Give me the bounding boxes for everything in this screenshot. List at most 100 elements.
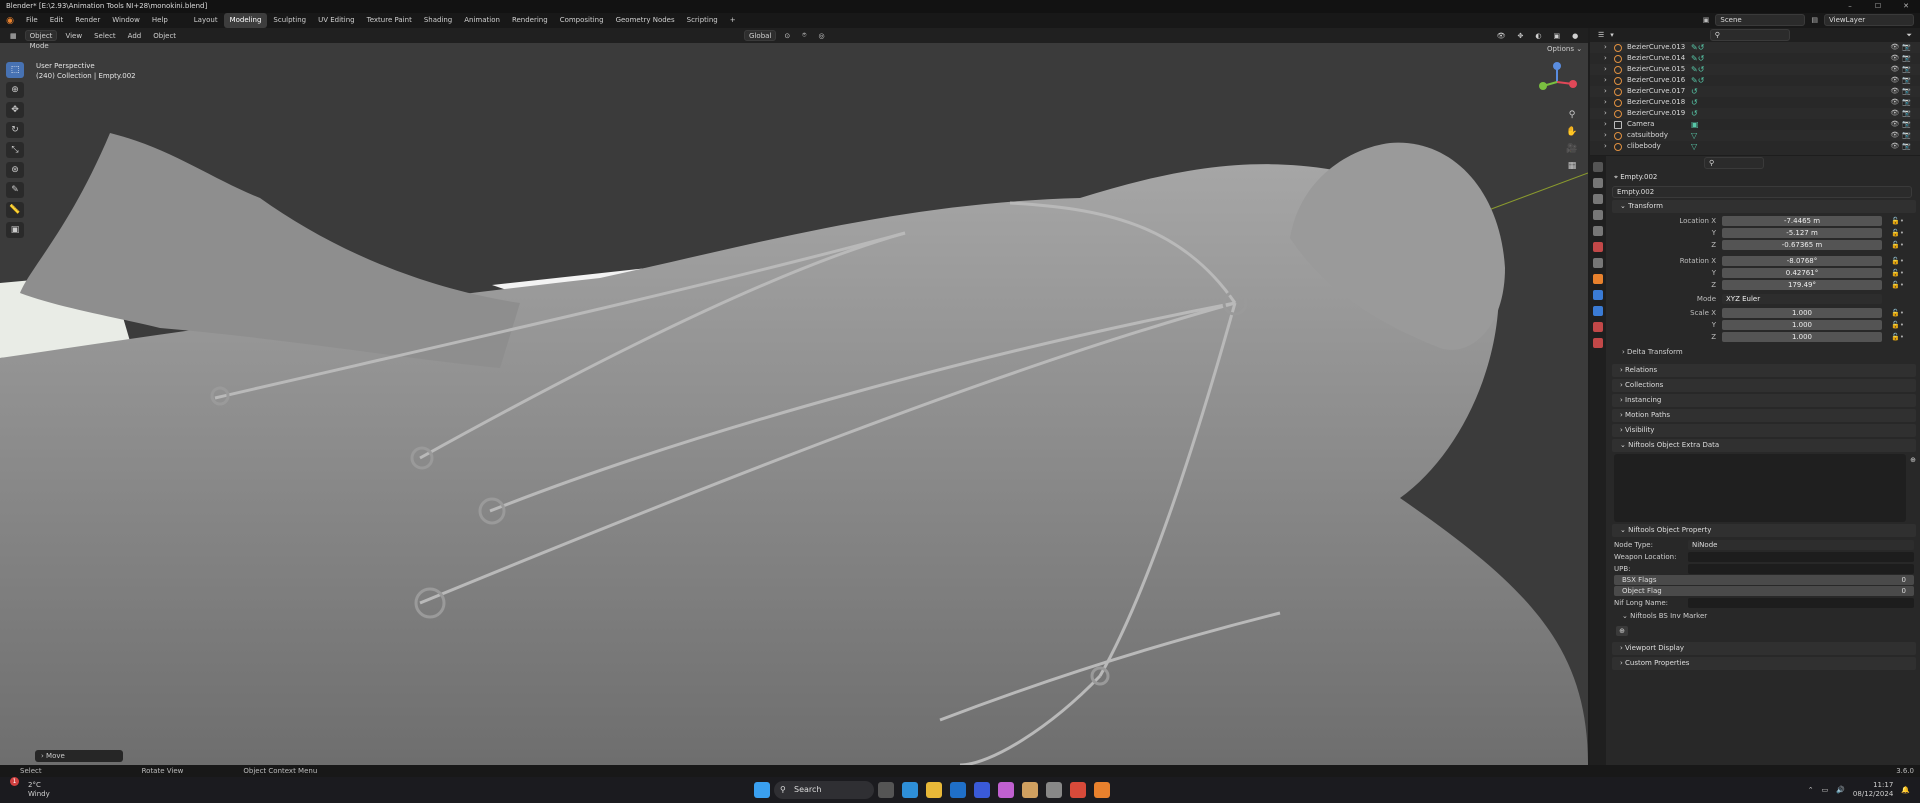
- outliner-row[interactable]: › BezierCurve.016 ✎↺ 👁📷: [1590, 75, 1920, 86]
- expand-arrow-icon[interactable]: ›: [1604, 97, 1607, 108]
- visibility-icons[interactable]: 👁📷: [1890, 141, 1914, 152]
- viewport-display-panel-header[interactable]: › Viewport Display: [1612, 642, 1916, 655]
- expand-arrow-icon[interactable]: ›: [1604, 53, 1607, 64]
- orientation-dropdown[interactable]: Global: [744, 30, 777, 41]
- extra-data-list[interactable]: [1614, 454, 1906, 522]
- scene-tab-icon[interactable]: [1593, 226, 1603, 236]
- blender-logo-icon[interactable]: ◉: [0, 16, 20, 26]
- object-flag-field[interactable]: Object Flag 0: [1614, 586, 1914, 596]
- expand-arrow-icon[interactable]: ›: [1604, 75, 1607, 86]
- expand-arrow-icon[interactable]: ›: [1604, 119, 1607, 130]
- gizmo-toggle-icon[interactable]: ✥: [1513, 32, 1527, 40]
- network-icon[interactable]: ▭: [1822, 786, 1829, 794]
- tab-geometry-nodes[interactable]: Geometry Nodes: [610, 13, 681, 28]
- taskbar-search[interactable]: ⚲ Search: [774, 781, 874, 799]
- overlay-icon[interactable]: ◐: [1531, 32, 1545, 40]
- visibility-panel-header[interactable]: › Visibility: [1612, 424, 1916, 437]
- add-extra-data-icon[interactable]: ⊕: [1910, 456, 1916, 464]
- outliner-row[interactable]: › clibebody ▽ 👁📷: [1590, 141, 1920, 152]
- lock-icon[interactable]: 🔓•: [1882, 257, 1904, 265]
- maximize-button[interactable]: ☐: [1864, 0, 1892, 13]
- navigation-gizmo[interactable]: [1537, 62, 1577, 102]
- shading-solid-icon[interactable]: ●: [1568, 32, 1582, 40]
- gizmo-z-icon[interactable]: [1553, 62, 1561, 70]
- object-tab-icon[interactable]: [1593, 274, 1603, 284]
- menu-edit[interactable]: Edit: [44, 13, 70, 28]
- menu-view[interactable]: View: [61, 32, 86, 40]
- outliner-row[interactable]: › BezierCurve.014 ✎↺ 👁📷: [1590, 53, 1920, 64]
- viewport-scene[interactable]: [0, 28, 1588, 765]
- menu-select[interactable]: Select: [90, 32, 120, 40]
- select-box-tool-icon[interactable]: ⬚: [6, 62, 24, 78]
- lock-icon[interactable]: 🔓•: [1882, 229, 1904, 237]
- visibility-icons[interactable]: 👁📷: [1890, 75, 1914, 86]
- pivot-icon[interactable]: ⊙: [780, 32, 794, 40]
- rotation-x-field[interactable]: -8.0768°: [1722, 255, 1882, 266]
- visibility-icons[interactable]: 👁📷: [1890, 86, 1914, 97]
- volume-icon[interactable]: 🔊: [1836, 786, 1845, 794]
- annotate-tool-icon[interactable]: ✎: [6, 182, 24, 198]
- custom-properties-panel-header[interactable]: › Custom Properties: [1612, 657, 1916, 670]
- file-explorer-icon[interactable]: [926, 782, 942, 798]
- motion-paths-panel-header[interactable]: › Motion Paths: [1612, 409, 1916, 422]
- expand-arrow-icon[interactable]: ›: [1604, 108, 1607, 119]
- tool-tab-icon[interactable]: [1593, 162, 1603, 172]
- camera-view-icon[interactable]: 🎥: [1565, 142, 1579, 156]
- filter-icon[interactable]: ⏷: [1906, 31, 1912, 40]
- scale-tool-icon[interactable]: ⤡: [6, 142, 24, 158]
- snap-icon[interactable]: ⌾: [798, 31, 810, 40]
- edge-browser-icon[interactable]: [902, 782, 918, 798]
- lock-icon[interactable]: 🔓•: [1882, 281, 1904, 289]
- editor-type-icon[interactable]: ▦: [6, 32, 21, 40]
- visibility-icons[interactable]: 👁📷: [1890, 119, 1914, 130]
- outliner-row[interactable]: › BezierCurve.019 ↺ 👁📷: [1590, 108, 1920, 119]
- 3d-viewport[interactable]: [0, 28, 1588, 765]
- constraints-tab-icon[interactable]: [1593, 306, 1603, 316]
- rotation-z-field[interactable]: 179.49°: [1722, 279, 1882, 290]
- close-button[interactable]: ✕: [1892, 0, 1920, 13]
- render-tab-icon[interactable]: [1593, 178, 1603, 188]
- niftools-object-property-header[interactable]: ⌄ Niftools Object Property: [1612, 524, 1916, 537]
- tab-scripting[interactable]: Scripting: [681, 13, 724, 28]
- visibility-icons[interactable]: 👁📷: [1890, 53, 1914, 64]
- scale-y-field[interactable]: 1.000: [1722, 319, 1882, 330]
- visibility-icons[interactable]: 👁📷: [1890, 42, 1914, 53]
- gizmo-x-icon[interactable]: [1569, 80, 1577, 88]
- nif-long-name-field[interactable]: [1688, 597, 1914, 608]
- pan-hand-icon[interactable]: ✋: [1565, 125, 1579, 139]
- expand-arrow-icon[interactable]: ›: [1604, 141, 1607, 152]
- ortho-grid-icon[interactable]: ▦: [1565, 159, 1579, 173]
- visibility-icons[interactable]: 👁📷: [1890, 97, 1914, 108]
- menu-file[interactable]: File: [20, 13, 44, 28]
- expand-arrow-icon[interactable]: ›: [1604, 130, 1607, 141]
- instancing-panel-header[interactable]: › Instancing: [1612, 394, 1916, 407]
- node-type-dropdown[interactable]: NiNode: [1688, 539, 1914, 550]
- tab-rendering[interactable]: Rendering: [506, 13, 554, 28]
- store-icon[interactable]: [974, 782, 990, 798]
- menu-object[interactable]: Object: [149, 32, 180, 40]
- expand-arrow-icon[interactable]: ›: [1604, 86, 1607, 97]
- collections-panel-header[interactable]: › Collections: [1612, 379, 1916, 392]
- lock-icon[interactable]: 🔓•: [1882, 321, 1904, 329]
- rotation-mode-dropdown[interactable]: XYZ Euler: [1722, 293, 1882, 304]
- start-windows-icon[interactable]: [754, 782, 770, 798]
- copilot-icon[interactable]: [998, 782, 1014, 798]
- bs-inv-marker-header[interactable]: ⌄ Niftools BS Inv Marker: [1622, 612, 1906, 622]
- weather-widget[interactable]: 1 2°C Windy: [0, 777, 50, 799]
- zoom-icon[interactable]: ⚲: [1565, 108, 1579, 122]
- measure-tool-icon[interactable]: 📏: [6, 202, 24, 218]
- niftools-extra-data-header[interactable]: ⌄ Niftools Object Extra Data: [1612, 439, 1916, 452]
- notification-bell-icon[interactable]: 🔔: [1901, 786, 1910, 794]
- task-view-icon[interactable]: [878, 782, 894, 798]
- viewlayer-field[interactable]: ViewLayer: [1824, 14, 1914, 26]
- menu-window[interactable]: Window: [106, 13, 146, 28]
- view-layer-tab-icon[interactable]: [1593, 210, 1603, 220]
- rotate-tool-icon[interactable]: ↻: [6, 122, 24, 138]
- lock-icon[interactable]: 🔓•: [1882, 217, 1904, 225]
- properties-search-input[interactable]: ⚲: [1704, 157, 1764, 169]
- tab-shading[interactable]: Shading: [418, 13, 458, 28]
- outliner-row[interactable]: › BezierCurve.013 ✎↺ 👁📷: [1590, 42, 1920, 53]
- xray-icon[interactable]: ▣: [1549, 32, 1564, 40]
- bsx-flags-field[interactable]: BSX Flags 0: [1614, 575, 1914, 585]
- add-workspace-button[interactable]: +: [724, 13, 742, 28]
